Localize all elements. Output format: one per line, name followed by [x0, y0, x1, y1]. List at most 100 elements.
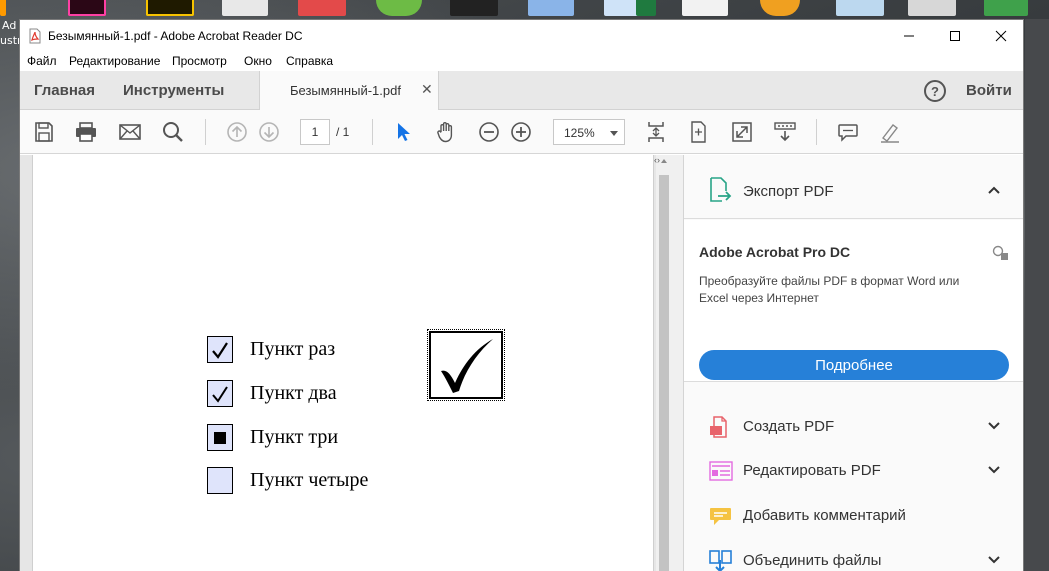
zoom-out-icon[interactable] [477, 120, 501, 144]
hand-tool-icon[interactable] [434, 120, 458, 144]
desktop-right-strip [1025, 19, 1049, 571]
zoom-value: 125% [564, 126, 595, 140]
rotate-view-icon[interactable] [686, 120, 710, 144]
document-viewport[interactable]: Пункт раз Пункт два Пункт три Пункт четы… [20, 155, 672, 571]
checkbox-item-1[interactable] [207, 336, 233, 363]
comment-tool-icon[interactable] [836, 120, 860, 144]
full-screen-icon[interactable] [730, 120, 754, 144]
tab-home[interactable]: Главная [34, 82, 95, 99]
tool-combine-files[interactable]: Объединить файлы [684, 539, 1023, 571]
maximize-button[interactable] [932, 20, 978, 51]
menu-bar: Файл Редактирование Просмотр Окно Справк… [20, 52, 1023, 71]
minimize-button[interactable] [886, 20, 932, 51]
minimize-icon [904, 35, 914, 36]
tool-add-comment[interactable]: Добавить комментарий [684, 494, 1023, 538]
acrobat-app-icon [29, 28, 41, 44]
chevron-down-icon [610, 131, 618, 136]
fit-page-icon[interactable] [644, 120, 668, 144]
window-title: Безымянный-1.pdf - Adobe Acrobat Reader … [48, 29, 303, 43]
tool-edit-pdf[interactable]: Редактировать PDF [684, 449, 1023, 493]
comment-icon [710, 508, 731, 525]
large-check-mark-icon [441, 339, 493, 393]
menu-edit[interactable]: Редактирование [69, 54, 160, 68]
select-tool-icon[interactable] [392, 120, 416, 144]
desktop-icon-app-blue[interactable] [528, 0, 574, 16]
toolbar-separator [205, 119, 206, 145]
checkbox-item-2[interactable] [207, 380, 233, 407]
close-button[interactable] [978, 20, 1023, 51]
large-checkbox-field[interactable] [427, 329, 505, 401]
document-tab-close-icon[interactable]: ✕ [421, 81, 433, 98]
desktop-icon-app-green[interactable] [376, 0, 422, 16]
save-icon[interactable] [32, 120, 56, 144]
checkbox-label: Пункт три [250, 426, 339, 448]
checkbox-label: Пункт два [250, 382, 337, 404]
tools-pane: Экспорт PDF Adobe Acrobat Pro DC Преобра… [684, 155, 1023, 571]
desktop-icon-app-green2[interactable] [984, 0, 1028, 16]
desktop-icon-bridge[interactable] [146, 0, 194, 16]
menu-file[interactable]: Файл [27, 54, 57, 68]
menu-view[interactable]: Просмотр [172, 54, 227, 68]
checkbox-item-4[interactable] [207, 467, 233, 494]
desktop-icon-label: Ad [2, 19, 17, 32]
zoom-select[interactable]: 125% [553, 119, 625, 145]
checkbox-label: Пункт четыре [250, 469, 369, 491]
desktop-icon-app-dark[interactable] [450, 0, 498, 16]
chevron-down-icon[interactable] [987, 465, 1001, 475]
desktop-icon-acrobat[interactable] [222, 0, 268, 16]
main-toolbar: 1 / 1 125% [20, 110, 1023, 154]
export-pdf-label: Экспорт PDF [743, 183, 834, 200]
search-icon[interactable] [161, 120, 185, 144]
desktop-icon-illustrator[interactable] [0, 0, 6, 16]
desktop-icon-app-cyan[interactable] [836, 0, 884, 16]
zoom-in-icon[interactable] [509, 120, 533, 144]
title-bar[interactable]: Безымянный-1.pdf - Adobe Acrobat Reader … [20, 20, 1023, 52]
tool-label: Объединить файлы [743, 552, 882, 569]
menu-window[interactable]: Окно [244, 54, 272, 68]
scroll-up-arrow-icon[interactable] [661, 159, 667, 163]
chevron-down-icon[interactable] [987, 421, 1001, 431]
vertical-scrollbar[interactable] [656, 155, 672, 571]
tab-tools[interactable]: Инструменты [123, 82, 224, 99]
maximize-icon [950, 30, 960, 41]
desktop-icon-indesign[interactable] [68, 0, 106, 16]
close-icon [995, 30, 1007, 41]
desktop-icon-app-white[interactable] [682, 0, 728, 16]
edit-pdf-icon [709, 461, 733, 481]
tool-label: Создать PDF [743, 418, 835, 435]
desktop-icon-excel[interactable] [636, 0, 656, 16]
desktop-icon-app-orange[interactable] [760, 0, 800, 16]
page-total: / 1 [336, 125, 350, 139]
tab-document[interactable]: Безымянный-1.pdf ✕ [259, 71, 439, 111]
sign-in-button[interactable]: Войти [966, 82, 1012, 99]
chevron-down-icon[interactable] [987, 555, 1001, 565]
acrobat-pro-promo: Adobe Acrobat Pro DC Преобразуйте файлы … [684, 220, 1023, 382]
tool-label: Редактировать PDF [743, 462, 881, 479]
print-icon[interactable] [74, 120, 98, 144]
learn-more-button[interactable]: Подробнее [699, 350, 1009, 380]
export-pdf-header[interactable]: Экспорт PDF [684, 155, 1023, 219]
collapse-pane-icon[interactable]: ‹› [654, 155, 660, 165]
email-icon[interactable] [118, 120, 142, 144]
previous-page-icon[interactable] [225, 120, 249, 144]
filled-square-icon [214, 431, 226, 444]
desktop-icon-app-gray[interactable] [908, 0, 956, 16]
check-mark-icon [212, 385, 228, 403]
document-tab-label: Безымянный-1.pdf [290, 83, 401, 98]
checkbox-label: Пункт раз [250, 338, 336, 360]
read-mode-icon[interactable] [773, 120, 797, 144]
pane-splitter[interactable] [672, 155, 684, 571]
promo-title: Adobe Acrobat Pro DC [699, 244, 851, 260]
tool-create-pdf[interactable]: Создать PDF [684, 405, 1023, 449]
page-number-input[interactable]: 1 [300, 119, 330, 145]
highlight-tool-icon[interactable] [878, 120, 902, 144]
chevron-up-icon[interactable] [987, 185, 1001, 195]
menu-help[interactable]: Справка [286, 54, 333, 68]
help-button[interactable]: ? [924, 80, 946, 102]
pdf-page[interactable]: Пункт раз Пункт два Пункт три Пункт четы… [32, 155, 654, 571]
desktop-icon-app-red[interactable] [298, 0, 346, 16]
export-pdf-icon [710, 177, 732, 202]
checkbox-item-3[interactable] [207, 424, 233, 451]
scrollbar-thumb[interactable] [659, 175, 669, 571]
next-page-icon[interactable] [257, 120, 281, 144]
